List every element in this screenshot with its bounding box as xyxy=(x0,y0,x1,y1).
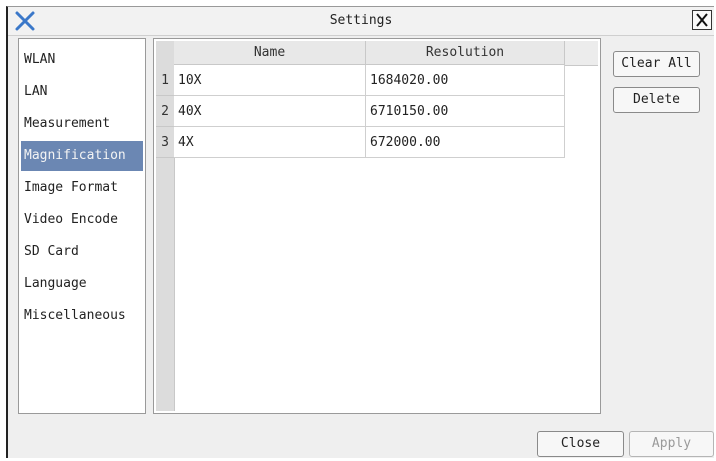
cell-name[interactable]: 4X xyxy=(174,127,366,158)
nav-item-image-format[interactable]: Image Format xyxy=(21,173,143,203)
cell-name[interactable]: 10X xyxy=(174,65,366,96)
nav-item-miscellaneous[interactable]: Miscellaneous xyxy=(21,301,143,331)
clear-all-button[interactable]: Clear All xyxy=(613,51,700,77)
close-button[interactable]: Close xyxy=(537,431,624,457)
close-window-button[interactable] xyxy=(692,10,712,30)
window-title: Settings xyxy=(329,13,393,28)
close-icon xyxy=(696,13,708,27)
nav-item-sd-card[interactable]: SD Card xyxy=(21,237,143,267)
nav-item-magnification[interactable]: Magnification xyxy=(21,141,143,171)
cell-resolution[interactable]: 1684020.00 xyxy=(366,65,565,96)
column-header-name[interactable]: Name xyxy=(174,41,366,65)
cell-resolution[interactable]: 6710150.00 xyxy=(366,96,565,127)
apply-button[interactable]: Apply xyxy=(629,431,714,457)
delete-button[interactable]: Delete xyxy=(613,87,700,113)
table-corner xyxy=(156,41,175,66)
header-filler xyxy=(565,41,598,66)
row-number[interactable]: 1 xyxy=(156,65,174,96)
nav-item-wlan[interactable]: WLAN xyxy=(21,45,143,75)
nav-item-lan[interactable]: LAN xyxy=(21,77,143,107)
magnification-table: Name Resolution 1 10X 1684020.00 2 40X 671015… xyxy=(153,38,601,414)
row-number[interactable]: 3 xyxy=(156,127,174,158)
column-header-resolution[interactable]: Resolution xyxy=(366,41,565,65)
settings-category-list: WLAN LAN Measurement Magnification Image For… xyxy=(18,38,146,414)
nav-item-language[interactable]: Language xyxy=(21,269,143,299)
nav-item-video-encode[interactable]: Video Encode xyxy=(21,205,143,235)
nav-item-measurement[interactable]: Measurement xyxy=(21,109,143,139)
cell-name[interactable]: 40X xyxy=(174,96,366,127)
row-number[interactable]: 2 xyxy=(156,96,174,127)
cell-resolution[interactable]: 672000.00 xyxy=(366,127,565,158)
title-bar: Settings xyxy=(8,7,714,36)
